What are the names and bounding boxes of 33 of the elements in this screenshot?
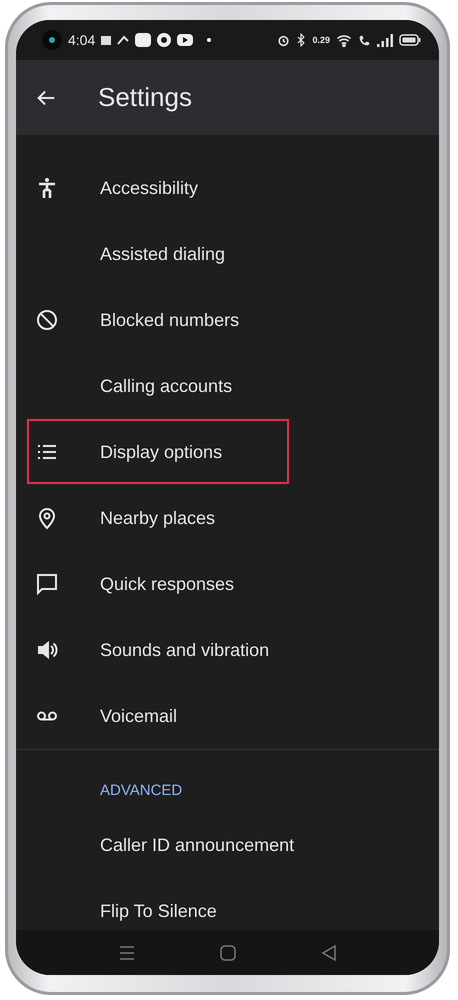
settings-item[interactable]: Blocked numbers [16,287,439,353]
settings-item[interactable]: Assisted dialing [16,221,439,287]
home-button[interactable] [219,944,238,962]
settings-item[interactable]: Accessibility [16,155,439,221]
settings-item[interactable]: Voicemail [16,683,439,749]
back-nav-button[interactable] [321,944,338,962]
section-heading: ADVANCED [99,781,184,801]
alarm-icon [277,34,290,46]
video-icon [177,34,194,46]
menu-button[interactable] [118,944,136,962]
record-icon [157,33,172,47]
wifi-icon [336,34,352,46]
screen-title: Settings [98,82,192,113]
settings-item[interactable]: Display options [16,419,439,485]
screen-icon [135,33,152,47]
status-time: 4:04 [68,32,96,48]
bluetooth-icon [296,33,306,47]
signal-icon [377,34,393,46]
camera-icon [42,30,62,50]
notification-icon [101,36,112,44]
settings-item[interactable]: Flip To Silence [16,878,439,930]
settings-item[interactable]: Caller ID announcement [16,812,439,878]
dot-icon [207,38,212,42]
speaker-icon [35,638,59,662]
message-icon [35,572,59,596]
settings-item[interactable]: Nearby places [16,485,439,551]
phone-call-icon [358,34,371,46]
network-speed: 0.29 [312,35,330,45]
battery-icon [399,34,421,46]
settings-item[interactable]: Sounds and vibration [16,617,439,683]
settings-item[interactable]: Quick responses [16,551,439,617]
settings-item[interactable]: Calling accounts [16,353,439,419]
block-icon [35,308,59,332]
